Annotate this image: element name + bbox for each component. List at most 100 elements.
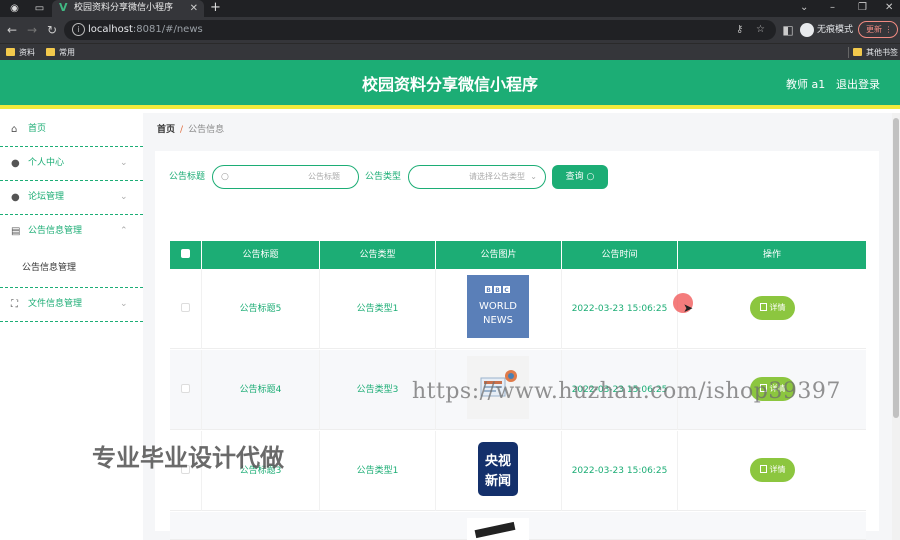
notice-title: 公告标题5 (202, 269, 320, 349)
notice-time: 2022-03-23 15:06:25 (562, 431, 678, 511)
minimize-icon[interactable]: – (830, 1, 835, 15)
notice-image: B B C WORLD NEWS (467, 275, 529, 338)
svg-text:NEWS: NEWS (483, 315, 513, 326)
bookmark-folder[interactable]: 资料 (6, 46, 35, 59)
browser-tab[interactable]: V 校园资料分享微信小程序 ✕ (52, 0, 204, 17)
column-header: 公告时间 (562, 241, 678, 269)
type-select[interactable]: 请选择公告类型 ⌄ (408, 165, 546, 189)
url-text: localhost:8081/#/news (88, 24, 203, 35)
bookmark-folder[interactable]: 常用 (46, 46, 75, 59)
sidebar-item-file-management[interactable]: ⛶ 文件信息管理 ⌄ (0, 288, 143, 322)
folder-icon (46, 48, 55, 56)
window-close-icon[interactable]: ✕ (885, 1, 893, 15)
logout-link[interactable]: 退出登录 (836, 60, 880, 109)
current-user: 教师 a1 (786, 78, 826, 91)
notice-image-cell: 央视 新闻 (436, 431, 562, 511)
new-tab-icon[interactable]: + (210, 1, 221, 15)
chevron-down-icon[interactable]: ⌄ (800, 1, 808, 15)
sidebar-item-label: 公告信息管理 (28, 226, 83, 236)
detail-button[interactable]: 详情 (750, 458, 795, 482)
actions-cell: 详情 (678, 269, 866, 349)
select-placeholder: 请选择公告类型 (469, 172, 525, 181)
app-header: 校园资料分享微信小程序 教师 a1 退出登录 (0, 60, 900, 109)
svg-text:WORLD: WORLD (479, 301, 517, 312)
notice-image-cell: B B C WORLD NEWS (436, 269, 562, 349)
sidepanel-icon[interactable]: ◧ (781, 23, 795, 37)
svg-text:B: B (495, 287, 500, 294)
breadcrumb: 首页 / 公告信息 (157, 121, 224, 139)
sidebar-item-notice-management[interactable]: ▤ 公告信息管理 ⌃ (0, 215, 143, 249)
user-icon: ● (11, 158, 20, 169)
notice-time: 2022-03-23 15:06:25 (562, 269, 678, 349)
user-icon: ● (11, 192, 20, 203)
forward-icon[interactable]: → (25, 23, 39, 37)
back-icon[interactable]: ← (5, 23, 19, 37)
star-icon[interactable]: ☆ (756, 23, 765, 37)
search-icon: ○ (221, 172, 229, 182)
url-field[interactable]: i localhost:8081/#/news ⚷ ☆ (64, 20, 776, 40)
breadcrumb-home[interactable]: 首页 (157, 125, 175, 135)
watermark-text: 专业毕业设计代做 (92, 444, 284, 472)
divider (848, 47, 849, 58)
select-all-checkbox[interactable] (170, 241, 202, 269)
table-row (170, 512, 866, 540)
column-header: 公告图片 (436, 241, 562, 269)
sidebar-item-label: 个人中心 (28, 158, 65, 168)
app-title: 校园资料分享微信小程序 (361, 75, 538, 94)
mouse-cursor-icon: ➤ (683, 301, 694, 315)
globe-icon[interactable]: ◉ (8, 2, 21, 15)
svg-text:新闻: 新闻 (485, 473, 511, 489)
notice-title: 公告标题4 (202, 350, 320, 430)
info-icon[interactable]: i (72, 23, 85, 36)
other-bookmarks[interactable]: 其他书签 (853, 46, 898, 59)
tab-title: 校园资料分享微信小程序 (74, 3, 174, 13)
notice-type: 公告类型1 (320, 269, 436, 349)
vue-logo-icon: V (59, 1, 68, 14)
scrollbar-thumb[interactable] (893, 118, 899, 418)
search-icon: ○ (586, 172, 595, 182)
scrollbar[interactable] (892, 113, 900, 540)
notice-image (467, 518, 529, 540)
folder-icon (6, 48, 15, 56)
update-button[interactable]: 更新 ⋮ (858, 21, 898, 38)
table-row: 公告标题5 公告类型1 B B C WORLD NEWS 2022-03-23 … (170, 269, 866, 349)
breadcrumb-current: 公告信息 (188, 125, 225, 135)
window-icon[interactable]: ▭ (33, 2, 46, 15)
query-button[interactable]: 查询 ○ (552, 165, 608, 189)
row-checkbox[interactable] (170, 350, 202, 430)
sidebar-item-label: 文件信息管理 (28, 299, 83, 309)
breadcrumb-separator: / (180, 125, 184, 135)
notice-type: 公告类型1 (320, 431, 436, 511)
address-bar-row: ← → ↻ i localhost:8081/#/news ⚷ ☆ ◧ 无痕模式… (0, 17, 900, 43)
detail-button[interactable]: 详情 (750, 296, 795, 320)
title-search-input[interactable]: ○ 公告标题 (212, 165, 359, 189)
type-filter-label: 公告类型 (365, 172, 402, 182)
close-icon[interactable]: ✕ (190, 2, 198, 15)
title-filter-label: 公告标题 (169, 172, 206, 182)
notice-image: 央视 新闻 (467, 437, 529, 500)
column-header: 公告标题 (202, 241, 320, 269)
incognito-icon (800, 22, 814, 37)
submenu-item-notice[interactable]: 公告信息管理 (0, 255, 143, 281)
key-icon[interactable]: ⚷ (736, 23, 743, 37)
document-icon (759, 465, 767, 473)
restore-icon[interactable]: ❐ (858, 1, 867, 15)
sidebar-item-label: 首页 (28, 124, 47, 134)
home-icon: ⌂ (11, 124, 18, 135)
reload-icon[interactable]: ↻ (45, 23, 59, 37)
sidebar-item-home[interactable]: ⌂ 首页 (0, 113, 143, 147)
row-checkbox[interactable] (170, 269, 202, 349)
document-icon (759, 303, 767, 311)
actions-cell: 详情 (678, 431, 866, 511)
input-placeholder: 公告标题 (308, 172, 340, 181)
svg-text:央视: 央视 (485, 453, 511, 469)
column-header: 公告类型 (320, 241, 436, 269)
folder-icon (853, 48, 862, 56)
chevron-down-icon: ⌄ (120, 299, 128, 309)
table-header: 公告标题 公告类型 公告图片 公告时间 操作 (170, 241, 866, 269)
sidebar-item-forum[interactable]: ● 论坛管理 ⌄ (0, 181, 143, 215)
sidebar-item-personal-center[interactable]: ● 个人中心 ⌄ (0, 147, 143, 181)
briefcase-icon: ▤ (11, 226, 21, 237)
incognito-indicator[interactable]: 无痕模式 (800, 22, 853, 38)
chevron-up-icon: ⌃ (120, 226, 128, 236)
